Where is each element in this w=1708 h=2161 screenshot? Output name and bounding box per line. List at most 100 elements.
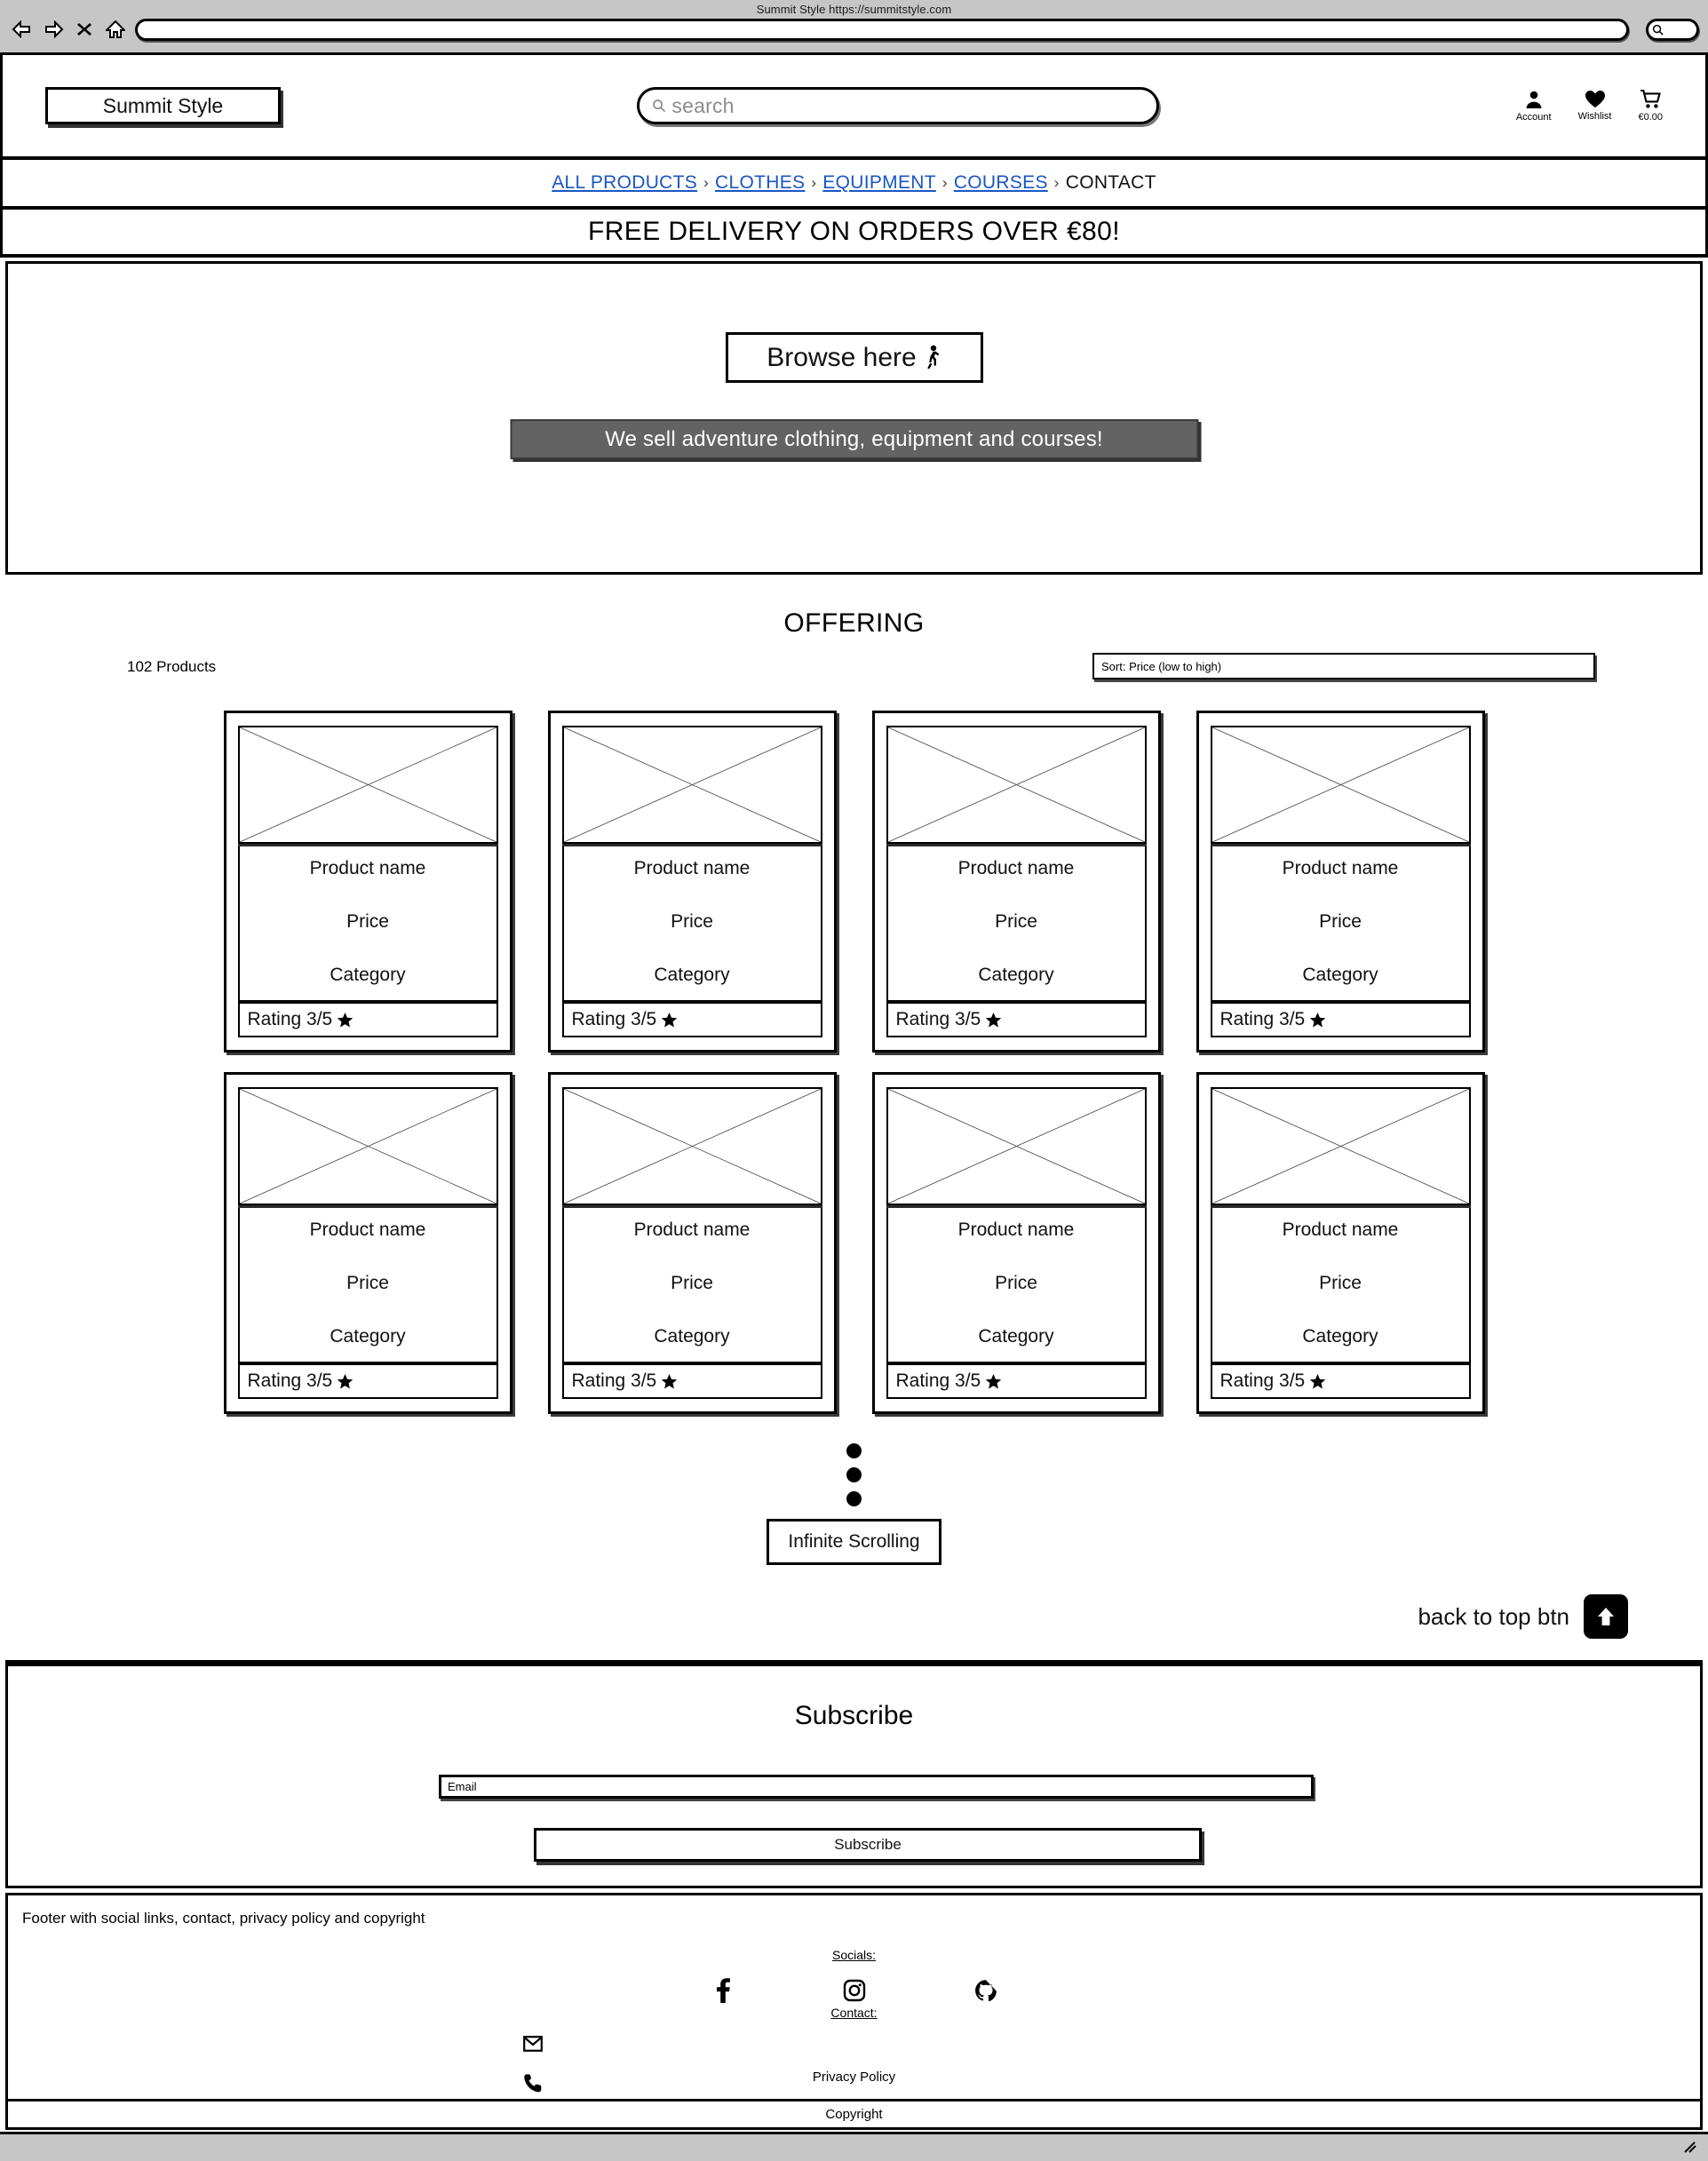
email-input[interactable]: Email [439, 1775, 1314, 1799]
resize-grip-icon[interactable] [1681, 2140, 1699, 2156]
product-name: Product name [633, 858, 751, 878]
instagram-link[interactable] [839, 1975, 870, 2006]
contact-links [518, 2029, 548, 2098]
social-links [708, 1975, 1001, 2006]
nav-item-all-products[interactable]: ALL PRODUCTS [552, 172, 697, 194]
browser-url-bar[interactable] [135, 18, 1629, 41]
nav-item-equipment[interactable]: EQUIPMENT [822, 172, 936, 194]
product-price: Price [671, 911, 713, 932]
product-grid: Product name Price Category Rating 3/5 P… [0, 711, 1708, 1434]
cart-icon [1640, 89, 1661, 108]
back-to-top-label: back to top btn [1418, 1602, 1569, 1630]
site-footer: Footer with social links, contact, priva… [5, 1893, 1703, 2101]
product-price: Price [346, 1273, 389, 1293]
wishlist-heart-icon [1585, 90, 1605, 107]
footer-note: Footer with social links, contact, priva… [22, 1910, 425, 1927]
product-category: Category [978, 965, 1054, 985]
facebook-link[interactable] [708, 1975, 738, 2006]
contact-label: Contact: [830, 2006, 878, 2020]
product-card[interactable]: Product name Price Category Rating 3/5 [871, 711, 1161, 1053]
product-info: Product name Price Category [1210, 844, 1471, 1002]
search-input[interactable]: search [637, 87, 1160, 124]
product-name: Product name [957, 1220, 1075, 1240]
email-icon [523, 2036, 543, 2052]
forward-icon[interactable] [42, 18, 65, 41]
browse-here-label: Browse here [767, 342, 917, 372]
window-status-bar [0, 2132, 1708, 2161]
product-card[interactable]: Product name Price Category Rating 3/5 [223, 711, 512, 1053]
product-rating-text: Rating 3/5 [1219, 1370, 1306, 1391]
site-logo[interactable]: Summit Style [45, 87, 281, 124]
product-category: Category [654, 965, 730, 985]
hero-section: Browse here We sell adventure clothing, … [5, 261, 1703, 575]
account-icon [1526, 91, 1542, 108]
browser-chrome: Summit Style https://summitstyle.com [0, 0, 1708, 55]
product-category: Category [1302, 965, 1378, 985]
product-name: Product name [957, 858, 1075, 878]
browser-toolbar [0, 17, 1708, 41]
phone-link[interactable] [518, 2068, 548, 2098]
socials-label: Socials: [831, 1948, 877, 1962]
product-card[interactable]: Product name Price Category Rating 3/5 [1196, 711, 1485, 1053]
product-image-placeholder [237, 726, 498, 844]
product-category: Category [978, 1326, 1054, 1347]
product-info: Product name Price Category [1210, 1205, 1471, 1363]
product-card[interactable]: Product name Price Category Rating 3/5 [547, 711, 837, 1053]
nav-separator: › [941, 174, 948, 191]
instagram-icon [843, 1979, 865, 2002]
product-category: Category [330, 1326, 406, 1347]
offering-title: OFFERING [783, 608, 925, 638]
product-rating: Rating 3/5 [561, 1363, 822, 1399]
product-info: Product name Price Category [561, 844, 822, 1002]
browser-search-field[interactable] [1646, 18, 1699, 41]
email-link[interactable] [518, 2029, 548, 2059]
back-icon[interactable] [11, 18, 34, 41]
browse-here-button[interactable]: Browse here [725, 332, 983, 383]
cart-button[interactable]: €0.00 [1638, 89, 1663, 123]
back-to-top-button[interactable] [1584, 1594, 1628, 1639]
product-name: Product name [1282, 858, 1399, 878]
infinite-scroll-indicator: Infinite Scrolling [0, 1443, 1708, 1565]
walking-person-icon [926, 345, 940, 369]
product-card[interactable]: Product name Price Category Rating 3/5 [547, 1072, 837, 1414]
promo-banner: FREE DELIVERY ON ORDERS OVER €80! [0, 210, 1708, 258]
product-name: Product name [309, 858, 426, 878]
breadcrumb-nav: ALL PRODUCTS › CLOTHES › EQUIPMENT › COU… [0, 160, 1708, 210]
product-grid-row: Product name Price Category Rating 3/5 P… [0, 1072, 1708, 1414]
search-icon [1652, 24, 1664, 36]
product-rating-text: Rating 3/5 [571, 1009, 657, 1029]
account-button[interactable]: Account [1516, 90, 1552, 123]
product-rating-text: Rating 3/5 [1219, 1009, 1306, 1029]
header-icon-group: Account Wishlist €0.00 [1516, 89, 1663, 123]
sort-dropdown[interactable]: Sort: Price (low to high) [1092, 653, 1595, 679]
home-icon[interactable] [104, 18, 127, 41]
nav-item-contact[interactable]: CONTACT [1066, 172, 1156, 194]
product-image-placeholder [1210, 1087, 1471, 1205]
star-icon [1309, 1012, 1326, 1027]
github-link[interactable] [971, 1975, 1001, 2006]
nav-item-clothes[interactable]: CLOTHES [715, 172, 805, 194]
product-image-placeholder [886, 1087, 1147, 1205]
browser-title: Summit Style https://summitstyle.com [756, 3, 952, 16]
product-rating-text: Rating 3/5 [895, 1370, 981, 1391]
infinite-scrolling-button[interactable]: Infinite Scrolling [767, 1519, 941, 1565]
product-name: Product name [1282, 1220, 1399, 1240]
hero-tagline-text: We sell adventure clothing, equipment an… [605, 426, 1103, 451]
subscribe-button[interactable]: Subscribe [534, 1828, 1202, 1862]
nav-items: ALL PRODUCTS › CLOTHES › EQUIPMENT › COU… [552, 172, 1156, 194]
product-price: Price [1319, 911, 1362, 932]
product-card[interactable]: Product name Price Category Rating 3/5 [871, 1072, 1161, 1414]
wishlist-button[interactable]: Wishlist [1578, 90, 1611, 123]
product-card[interactable]: Product name Price Category Rating 3/5 [223, 1072, 512, 1414]
product-rating: Rating 3/5 [561, 1002, 822, 1037]
page-root: Summit Style https://summitstyle.com Sum… [0, 0, 1708, 2161]
product-card[interactable]: Product name Price Category Rating 3/5 [1196, 1072, 1485, 1414]
stop-icon[interactable] [73, 18, 96, 41]
product-info: Product name Price Category [237, 1205, 498, 1363]
nav-item-courses[interactable]: COURSES [954, 172, 1048, 194]
search-icon [653, 99, 666, 113]
product-category: Category [330, 965, 406, 985]
search-placeholder-text: search [671, 93, 735, 117]
privacy-policy-link[interactable]: Privacy Policy [813, 2070, 895, 2085]
product-rating: Rating 3/5 [1210, 1002, 1471, 1037]
